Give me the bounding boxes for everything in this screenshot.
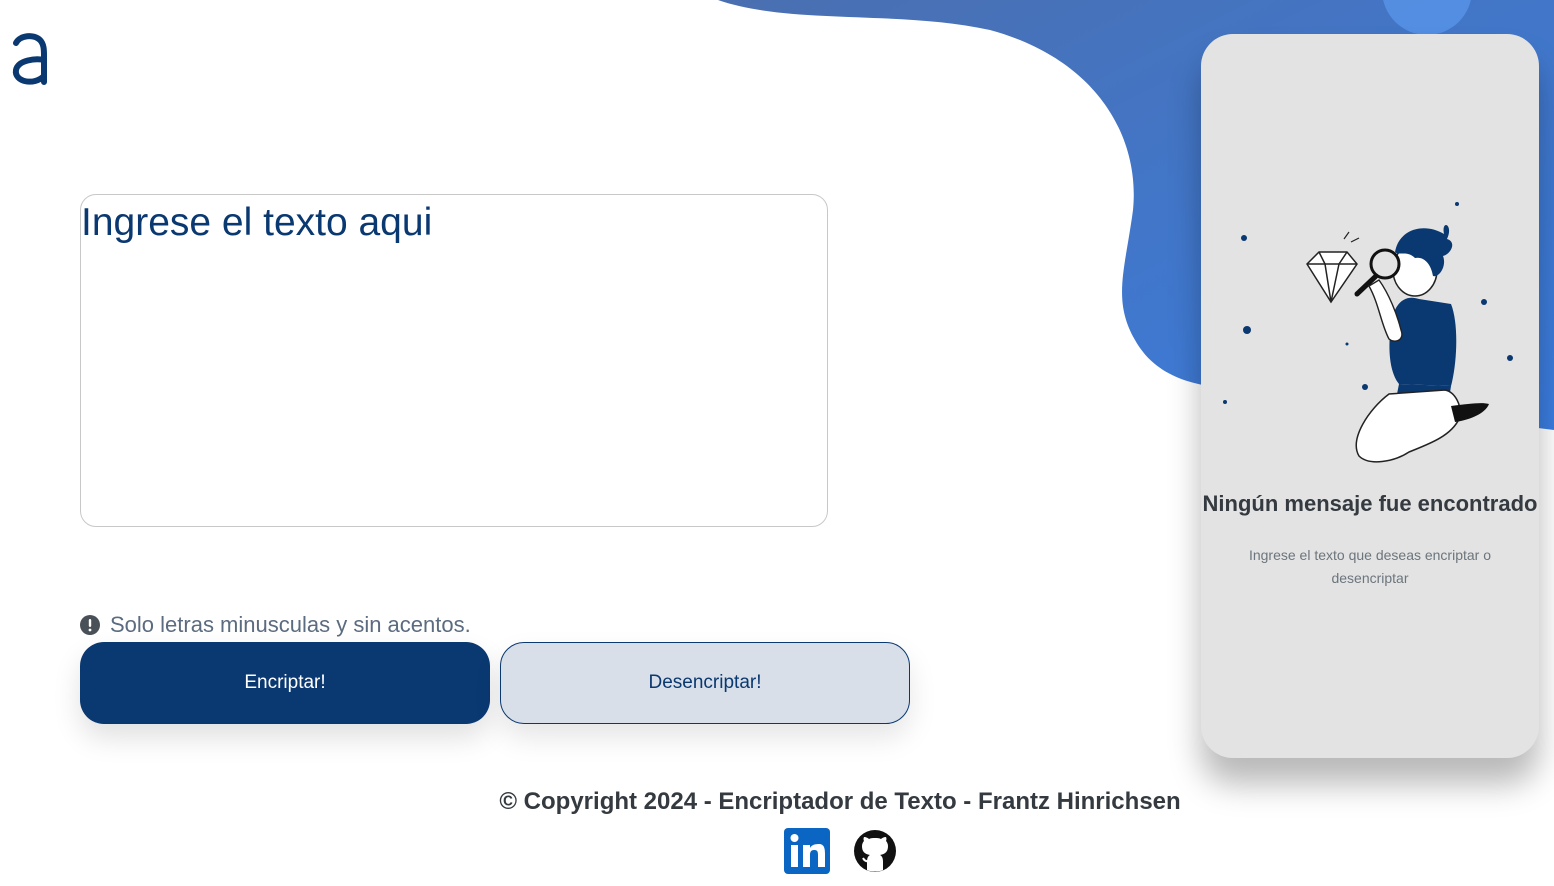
- info-icon: [80, 615, 100, 635]
- diamond-icon: [1306, 251, 1358, 304]
- footer-copyright: © Copyright 2024 - Encriptador de Texto …: [499, 788, 1181, 815]
- brand-logo[interactable]: [10, 30, 50, 86]
- output-panel: Ningún mensaje fue encontrado Ingrese el…: [1201, 34, 1539, 758]
- text-input-placeholder: Ingrese el texto aqui: [81, 201, 433, 244]
- encrypt-button[interactable]: Encriptar!: [80, 642, 490, 724]
- panel-title: Ningún mensaje fue encontrado: [1202, 491, 1538, 516]
- input-hint: Solo letras minusculas y sin acentos.: [80, 612, 471, 638]
- illustration-image: [1223, 202, 1513, 463]
- encrypt-button-label: Encriptar!: [244, 672, 326, 693]
- text-input[interactable]: Ingrese el texto aqui: [80, 194, 828, 527]
- decrypt-button-label: Desencriptar!: [648, 672, 762, 693]
- github-icon[interactable]: [852, 828, 898, 874]
- panel-subtitle: Ingrese el texto que deseas encriptar o …: [1248, 547, 1492, 586]
- hint-text: Solo letras minusculas y sin acentos.: [110, 612, 471, 637]
- decrypt-button[interactable]: Desencriptar!: [500, 642, 910, 724]
- linkedin-icon[interactable]: [784, 828, 830, 874]
- social-links: [784, 828, 898, 874]
